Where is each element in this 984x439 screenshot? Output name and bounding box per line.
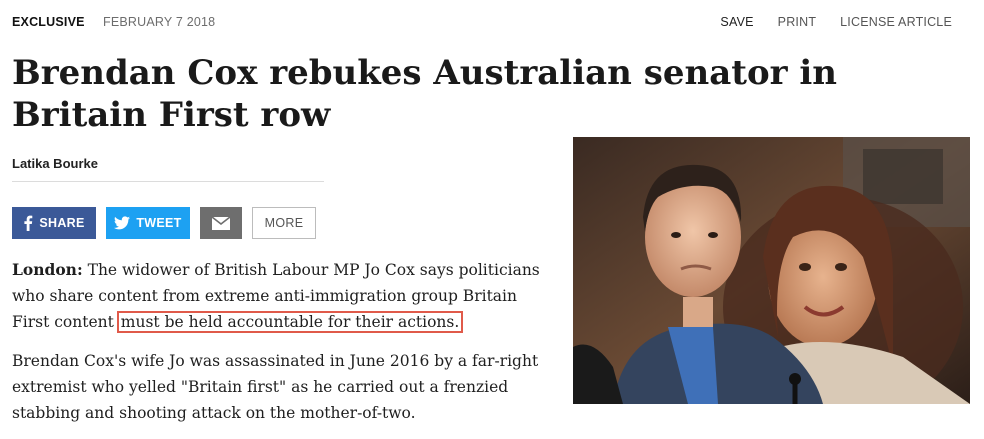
author-byline[interactable]: Latika Bourke [12, 156, 98, 171]
byline-divider [12, 181, 324, 182]
article-actions: SAVE PRINT LICENSE ARTICLE [720, 15, 952, 29]
article-body: London: The widower of British Labour MP… [12, 257, 542, 439]
twitter-icon [114, 216, 131, 230]
email-share-button[interactable] [200, 207, 242, 239]
article-photo-illustration [573, 137, 970, 404]
exclusive-tag: EXCLUSIVE [12, 15, 85, 29]
facebook-share-button[interactable]: SHARE [12, 207, 96, 239]
share-bar: SHARE TWEET MORE [12, 207, 316, 239]
dateline: London: [12, 260, 83, 279]
article-paragraph-2: Brendan Cox's wife Jo was assassinated i… [12, 352, 539, 422]
article-headline: Brendan Cox rebukes Australian senator i… [12, 53, 838, 135]
facebook-share-label: SHARE [39, 216, 85, 230]
mail-icon [212, 216, 230, 230]
save-link[interactable]: SAVE [720, 15, 753, 29]
article-paragraph-1: London: The widower of British Labour MP… [12, 257, 542, 335]
article-meta-bar: EXCLUSIVE FEBRUARY 7 2018 SAVE PRINT LIC… [12, 15, 952, 33]
tweet-button[interactable]: TWEET [106, 207, 190, 239]
more-share-button[interactable]: MORE [252, 207, 316, 239]
article-photo[interactable] [573, 137, 970, 404]
print-link[interactable]: PRINT [778, 15, 817, 29]
highlighted-quote: must be held accountable for their actio… [116, 311, 464, 333]
publish-date: FEBRUARY 7 2018 [103, 15, 216, 29]
facebook-icon [23, 215, 33, 231]
license-article-link[interactable]: LICENSE ARTICLE [840, 15, 952, 29]
tweet-label: TWEET [136, 216, 182, 230]
